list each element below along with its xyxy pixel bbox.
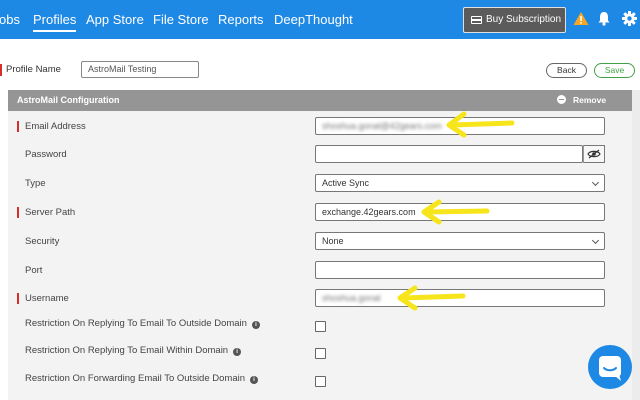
remove-button[interactable]: Remove: [557, 95, 606, 105]
buy-subscription-button[interactable]: Buy Subscription: [463, 7, 566, 33]
port-input[interactable]: [315, 261, 605, 279]
bell-icon[interactable]: [597, 11, 611, 26]
annotation-arrow-icon: [446, 111, 515, 138]
back-button[interactable]: Back: [546, 63, 587, 78]
nav-file-store[interactable]: File Store: [153, 12, 209, 28]
profile-name-label: Profile Name: [6, 64, 61, 75]
password-input[interactable]: [315, 145, 583, 163]
security-value: None: [322, 236, 344, 246]
minus-circle-icon: [557, 95, 566, 104]
server-path-label: Server Path: [25, 207, 76, 218]
security-label: Security: [25, 236, 60, 247]
gear-icon[interactable]: [622, 11, 637, 26]
top-nav-bar: obs Profiles App Store File Store Report…: [0, 0, 640, 39]
restriction-reply-within-checkbox[interactable]: [315, 348, 326, 359]
info-icon[interactable]: i: [233, 348, 242, 356]
required-marker: [17, 207, 19, 218]
type-label: Type: [25, 178, 46, 189]
username-label: Username: [25, 293, 69, 304]
security-select[interactable]: None: [315, 232, 605, 250]
warning-icon[interactable]: [573, 11, 589, 26]
show-password-button[interactable]: [583, 145, 605, 163]
type-select[interactable]: Active Sync: [315, 174, 605, 192]
nav-jobs[interactable]: obs: [0, 12, 20, 28]
email-address-label: Email Address: [25, 121, 86, 132]
profile-name-input[interactable]: AstroMail Testing: [81, 61, 199, 78]
required-marker: [17, 121, 19, 132]
config-panel-title: AstroMail Configuration: [17, 95, 120, 105]
annotation-arrow-icon: [397, 285, 466, 311]
save-button[interactable]: Save: [594, 63, 635, 78]
chat-icon: [599, 356, 621, 381]
port-label: Port: [25, 265, 43, 276]
restriction-reply-outside-label: Restriction On Replying To Email To Outs…: [25, 318, 260, 329]
eye-icon: [587, 149, 601, 159]
required-marker: [17, 293, 19, 304]
info-icon[interactable]: i: [251, 321, 260, 329]
buy-subscription-label: Buy Subscription: [486, 14, 562, 25]
email-address-value: shoshua.gonal@42gears.com: [322, 121, 442, 131]
username-value: shoshua.gonal: [322, 293, 381, 303]
annotation-arrow-icon: [421, 199, 490, 225]
info-icon[interactable]: i: [250, 376, 258, 384]
restriction-forward-outside-checkbox[interactable]: [315, 376, 326, 387]
nav-reports[interactable]: Reports: [218, 12, 264, 28]
nav-deepthought[interactable]: DeepThought: [274, 12, 353, 28]
required-marker: [0, 64, 2, 76]
chevron-down-icon: [591, 236, 600, 245]
password-label: Password: [25, 149, 67, 160]
restriction-reply-within-label: Restriction On Replying To Email Within …: [25, 345, 242, 356]
nav-app-store[interactable]: App Store: [86, 12, 144, 28]
restriction-reply-outside-checkbox[interactable]: [315, 321, 326, 332]
remove-label: Remove: [573, 95, 607, 105]
chevron-down-icon: [591, 178, 600, 187]
chat-widget-button[interactable]: [588, 345, 632, 389]
type-value: Active Sync: [322, 178, 370, 188]
restriction-forward-outside-label: Restriction On Forwarding Email To Outsi…: [25, 373, 258, 384]
nav-profiles[interactable]: Profiles: [33, 12, 77, 32]
credit-card-icon: [471, 16, 482, 24]
